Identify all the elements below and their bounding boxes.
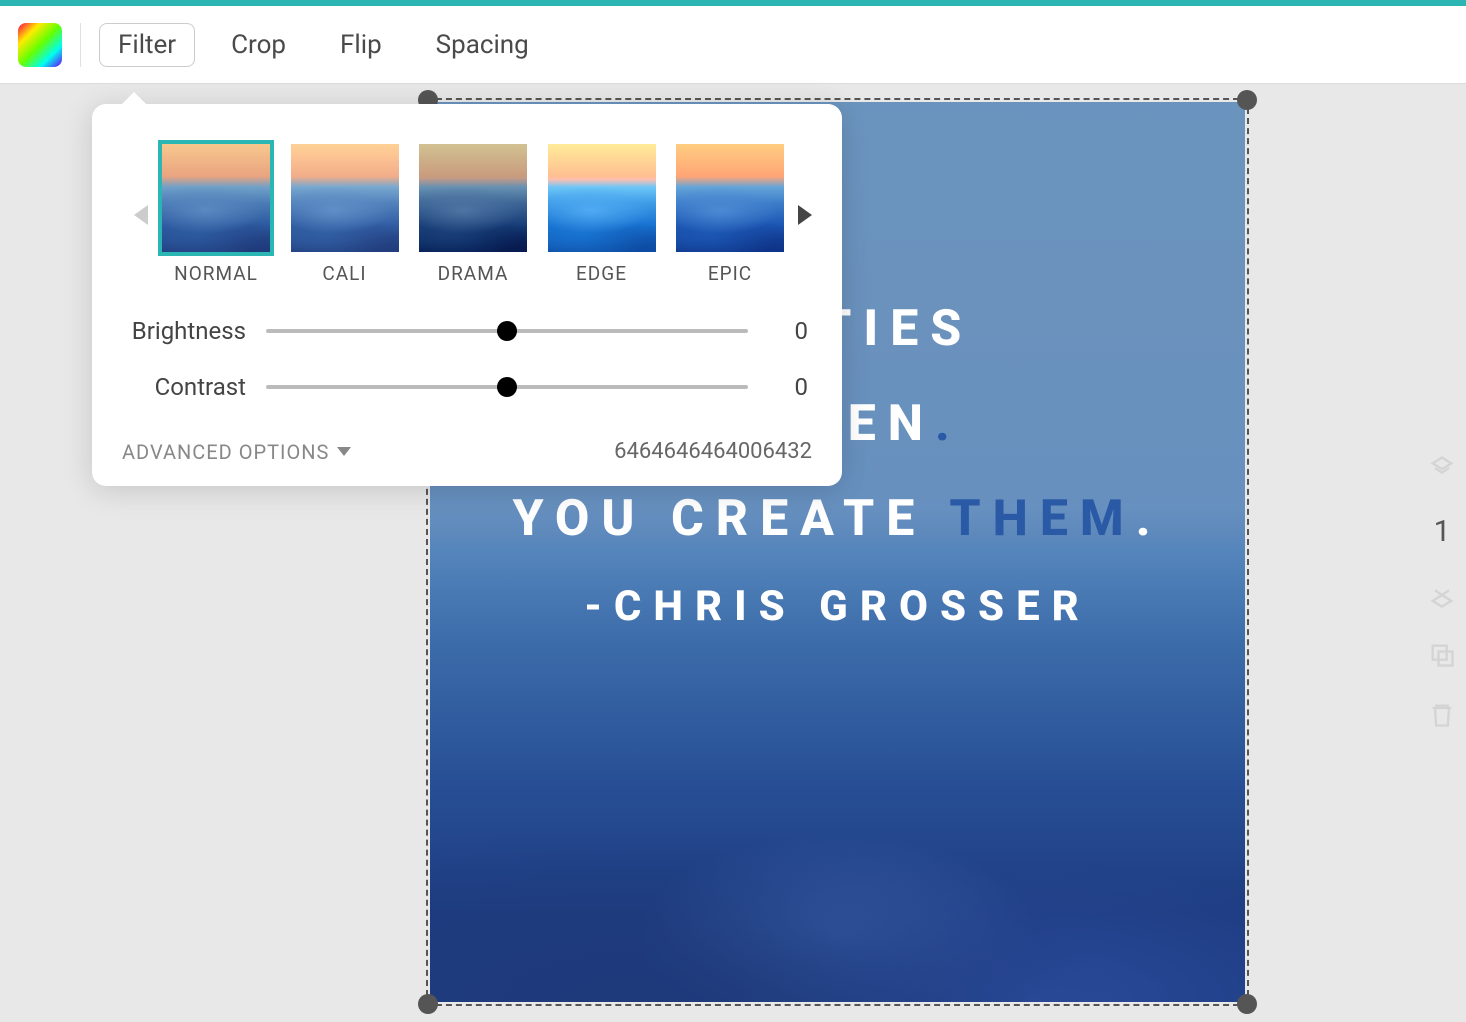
filter-thumb-label: EDGE	[576, 262, 627, 285]
filter-thumb-label: NORMAL	[174, 262, 258, 285]
layer-up-icon[interactable]	[1428, 454, 1456, 482]
color-logo-icon[interactable]	[18, 23, 62, 67]
contrast-slider[interactable]	[266, 385, 748, 389]
canvas-text-line3b: THEM	[949, 490, 1135, 548]
filter-thumb-epic[interactable]: EPIC	[676, 144, 784, 285]
contrast-value: 0	[768, 373, 808, 401]
canvas-text-line2b: .	[935, 395, 962, 453]
tab-flip[interactable]: Flip	[322, 24, 400, 66]
contrast-label: Contrast	[126, 373, 246, 401]
filter-thumb-label: EPIC	[708, 262, 752, 285]
filter-thumb-image	[676, 144, 784, 252]
advanced-options-label: ADVANCED OPTIONS	[122, 440, 329, 464]
filter-thumb-image	[548, 144, 656, 252]
brightness-row: Brightness 0	[122, 303, 812, 359]
page-indicator: 1	[1434, 514, 1451, 549]
copy-icon[interactable]	[1428, 641, 1456, 669]
filter-thumb-label: DRAMA	[438, 262, 509, 285]
filter-thumb-normal[interactable]: NORMAL	[162, 144, 270, 285]
brightness-label: Brightness	[126, 317, 246, 345]
filter-thumb-edge[interactable]: EDGE	[548, 144, 656, 285]
filter-thumb-image	[162, 144, 270, 252]
filter-thumb-image	[419, 144, 527, 252]
filter-thumb-image	[291, 144, 399, 252]
canvas-area: UNITIES APPEN. YOU CREATE THEM. -CHRIS G…	[0, 84, 1466, 1022]
contrast-row: Contrast 0	[122, 359, 812, 415]
brightness-slider-knob[interactable]	[497, 321, 517, 341]
toolbar-separator	[80, 23, 81, 67]
tab-spacing[interactable]: Spacing	[418, 24, 547, 66]
canvas-text-line4: -CHRIS GROSSER	[430, 567, 1245, 647]
brightness-slider[interactable]	[266, 329, 748, 333]
filter-code: 6464646464006432	[614, 439, 812, 464]
chevron-down-icon	[337, 447, 351, 456]
advanced-options-toggle[interactable]: ADVANCED OPTIONS	[122, 440, 351, 464]
layer-down-icon[interactable]	[1428, 581, 1456, 609]
filter-panel-footer: ADVANCED OPTIONS 6464646464006432	[122, 439, 812, 464]
canvas-text-line3a: YOU CREATE	[512, 490, 949, 548]
filter-thumb-drama[interactable]: DRAMA	[419, 144, 527, 285]
filter-thumb-label: CALI	[322, 262, 366, 285]
side-tools: 1	[1428, 454, 1456, 729]
trash-icon[interactable]	[1428, 701, 1456, 729]
filter-thumb-cali[interactable]: CALI	[291, 144, 399, 285]
filter-prev-icon[interactable]	[134, 205, 148, 225]
toolbar: Filter Crop Flip Spacing	[0, 6, 1466, 84]
tab-crop[interactable]: Crop	[213, 24, 304, 66]
brightness-value: 0	[768, 317, 808, 345]
filter-thumbnail-row: NORMAL CALI DRAMA EDGE EPIC	[122, 144, 812, 285]
filter-panel: NORMAL CALI DRAMA EDGE EPIC	[92, 104, 842, 486]
filter-next-icon[interactable]	[798, 205, 812, 225]
canvas-text-line3c: .	[1136, 490, 1163, 548]
contrast-slider-knob[interactable]	[497, 377, 517, 397]
tab-filter[interactable]: Filter	[99, 23, 195, 67]
